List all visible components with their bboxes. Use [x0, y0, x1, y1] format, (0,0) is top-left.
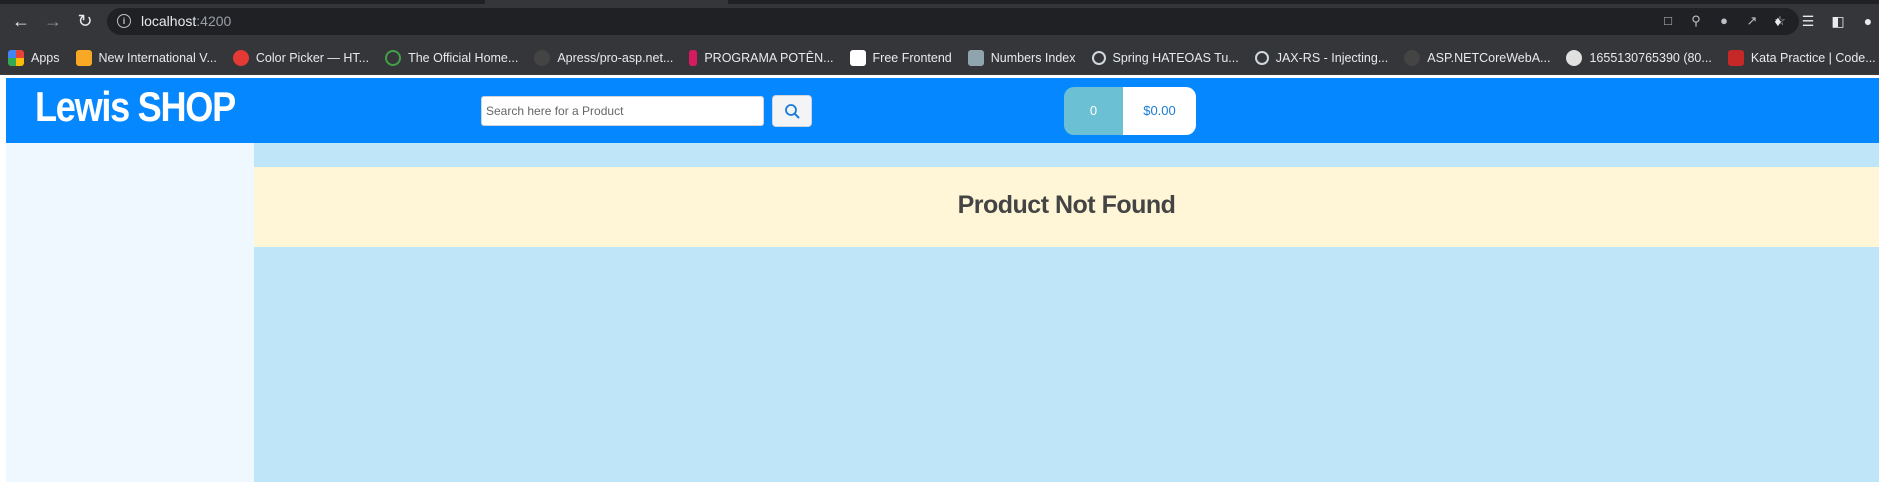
- side-panel-icon[interactable]: ◧: [1827, 10, 1849, 32]
- site-info-icon[interactable]: i: [117, 14, 131, 28]
- url-text[interactable]: localhost:4200: [141, 13, 231, 29]
- bookmark-item[interactable]: JAX-RS - Injecting...: [1247, 46, 1397, 70]
- active-tab[interactable]: [485, 0, 728, 4]
- bookmark-favicon-icon: [967, 50, 984, 66]
- bookmark-item[interactable]: New International V...: [68, 46, 225, 70]
- location-pin-icon[interactable]: ●: [1715, 12, 1733, 30]
- url-host: localhost: [141, 13, 197, 29]
- back-arrow-icon[interactable]: ←: [11, 11, 31, 31]
- bookmark-favicon-icon: [689, 50, 698, 66]
- search-icon: [785, 104, 800, 119]
- bookmark-item[interactable]: PROGRAMA POTÊN...: [681, 46, 841, 70]
- bookmarks-bar: Apps New International V... Color Picker…: [0, 42, 1879, 75]
- shop-navbar: Lewis SHOP 0 $0.00: [6, 78, 1879, 143]
- cart-summary[interactable]: 0 $0.00: [1064, 87, 1196, 135]
- zoom-icon[interactable]: ⚲: [1687, 12, 1705, 30]
- tab-strip: [0, 0, 1879, 4]
- bookmark-favicon-icon: [1727, 50, 1744, 66]
- bookmark-favicon-icon: [385, 50, 402, 66]
- bookmark-item[interactable]: 1655130765390 (80...: [1558, 46, 1719, 70]
- bookmark-favicon-icon: [75, 50, 92, 66]
- bookmark-label: Apress/pro-asp.net...: [557, 51, 674, 65]
- page-viewport: Lewis SHOP 0 $0.00 Product Not Found: [6, 78, 1879, 482]
- address-bar[interactable]: i localhost:4200 □ ⚲ ● ↗ ☆: [107, 8, 1799, 35]
- bookmark-item[interactable]: Numbers Index: [960, 46, 1084, 70]
- bookmark-item[interactable]: The Official Home...: [377, 46, 526, 70]
- product-list-area: Product Not Found: [254, 143, 1879, 482]
- search-input[interactable]: [481, 96, 764, 126]
- bookmark-item[interactable]: Spring HATEOAS Tu...: [1084, 46, 1247, 70]
- bookmark-label: ASP.NETCoreWebA...: [1427, 51, 1551, 65]
- bookmark-label: Spring HATEOAS Tu...: [1112, 51, 1239, 65]
- bookmark-label: Apps: [31, 51, 60, 65]
- apps-grid-icon: [8, 50, 24, 66]
- url-port: :4200: [196, 13, 232, 29]
- reload-icon[interactable]: ↻: [75, 11, 95, 31]
- bookmark-item[interactable]: Free Frontend: [842, 46, 960, 70]
- bookmark-label: Color Picker — HT...: [255, 51, 370, 65]
- bookmark-item[interactable]: Kata Practice | Code...: [1720, 46, 1879, 70]
- bookmark-favicon-icon: [1254, 51, 1269, 65]
- share-icon[interactable]: ↗: [1743, 12, 1761, 30]
- extensions-puzzle-icon[interactable]: ♦: [1767, 10, 1789, 32]
- bookmark-item[interactable]: Color Picker — HT...: [225, 46, 377, 70]
- bookmark-favicon-icon: [1091, 51, 1106, 65]
- cart-count[interactable]: 0: [1064, 87, 1123, 135]
- category-sidebar: [6, 143, 254, 482]
- bookmark-favicon-icon: [232, 50, 249, 66]
- bookmark-item[interactable]: Apps: [0, 46, 68, 70]
- globe-icon: [1566, 50, 1583, 66]
- not-found-message: Product Not Found: [957, 191, 1176, 219]
- not-found-alert: Product Not Found: [254, 167, 1879, 247]
- bookmark-label: PROGRAMA POTÊN...: [704, 51, 834, 65]
- bookmark-item[interactable]: ASP.NETCoreWebA...: [1396, 46, 1558, 70]
- github-icon: [1404, 50, 1421, 66]
- bookmark-item[interactable]: Apress/pro-asp.net...: [526, 46, 681, 70]
- profile-avatar-icon[interactable]: ●: [1857, 10, 1879, 32]
- forward-arrow-icon[interactable]: →: [43, 11, 63, 31]
- translate-icon[interactable]: □: [1659, 12, 1677, 30]
- search-button[interactable]: [772, 95, 812, 127]
- bookmark-label: Numbers Index: [990, 51, 1076, 65]
- reading-list-icon[interactable]: ☰: [1797, 10, 1819, 32]
- bookmark-label: 1655130765390 (80...: [1589, 51, 1712, 65]
- browser-toolbar: ← → ↻ i localhost:4200 □ ⚲ ● ↗ ☆ ♦ ☰ ◧ ●: [0, 0, 1879, 42]
- cart-total[interactable]: $0.00: [1123, 87, 1196, 135]
- brand-logo[interactable]: Lewis SHOP: [35, 83, 236, 131]
- bookmark-favicon-icon: [849, 50, 866, 66]
- github-icon: [534, 50, 551, 66]
- bookmark-label: The Official Home...: [408, 51, 519, 65]
- bookmark-label: Free Frontend: [872, 51, 952, 65]
- bookmark-label: New International V...: [98, 51, 217, 65]
- bookmark-label: Kata Practice | Code...: [1750, 51, 1876, 65]
- bookmark-label: JAX-RS - Injecting...: [1275, 51, 1389, 65]
